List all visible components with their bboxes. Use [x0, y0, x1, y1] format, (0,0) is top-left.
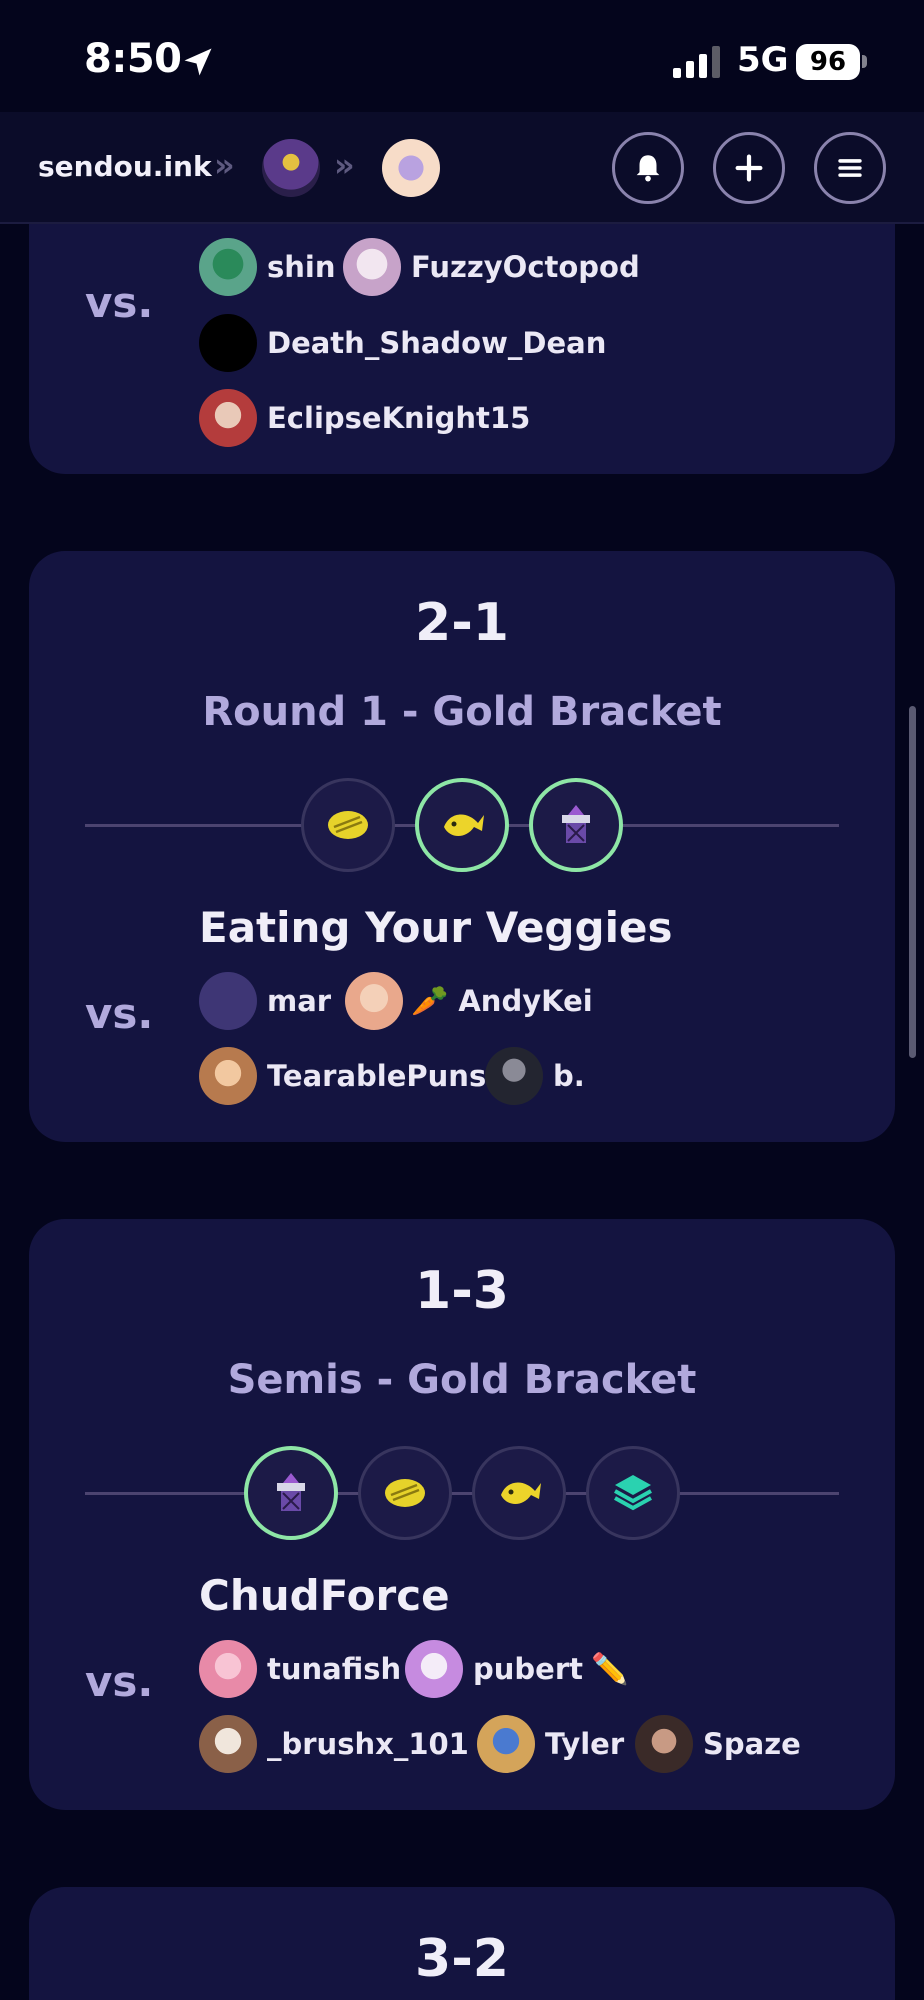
- player[interactable]: 🥕 AndyKei: [345, 972, 593, 1030]
- bell-icon: [636, 155, 660, 182]
- vs-label: vs.: [85, 1657, 154, 1706]
- page: 8:50 5G 96 sendou.ink » » vs. shin Fuzzy…: [0, 0, 924, 2000]
- fish-icon: [444, 814, 484, 836]
- player-avatar: [199, 238, 257, 296]
- player-name: FuzzyOctopod: [411, 250, 640, 284]
- player[interactable]: tunafish: [199, 1640, 401, 1698]
- fish-icon: [501, 1482, 541, 1504]
- network-type: 5G: [737, 40, 789, 80]
- vs-label: vs.: [85, 278, 154, 327]
- notifications-button[interactable]: [612, 132, 684, 204]
- round-label: Semis - Gold Bracket: [227, 1357, 697, 1403]
- location-arrow-icon: [184, 48, 212, 76]
- create-button[interactable]: [713, 132, 785, 204]
- match-card[interactable]: 1-3 Semis - Gold Bracket ChudForce vs. t…: [29, 1219, 895, 1810]
- match-score: 1-3: [415, 1261, 509, 1321]
- player-name: tunafish: [267, 1652, 402, 1686]
- coin-icon: [385, 1479, 425, 1507]
- player-name: EclipseKnight15: [267, 401, 531, 435]
- tower-icon: [277, 1473, 305, 1511]
- player-avatar: [199, 1047, 257, 1105]
- player-avatar: [345, 972, 403, 1030]
- player[interactable]: EclipseKnight15: [199, 389, 530, 447]
- carrot-icon: 🥕: [411, 983, 449, 1019]
- cellular-signal-icon: [673, 46, 720, 78]
- breadcrumb-tournament-avatar[interactable]: [262, 139, 320, 197]
- player-avatar: [199, 314, 257, 372]
- battery-cap: [862, 55, 867, 68]
- player-name: b.: [553, 1059, 585, 1093]
- scrollbar[interactable]: [909, 706, 916, 1058]
- match-card[interactable]: 2-1 Round 1 - Gold Bracket Eating Your V…: [29, 551, 895, 1142]
- plus-icon: [735, 154, 763, 182]
- breadcrumb-separator: »: [334, 146, 355, 184]
- top-nav: sendou.ink » »: [0, 112, 924, 224]
- player-avatar: [199, 1640, 257, 1698]
- coin-icon: [328, 811, 368, 839]
- map-result-won[interactable]: [244, 1446, 338, 1540]
- map-result[interactable]: [472, 1446, 566, 1540]
- team-name[interactable]: ChudForce: [199, 1571, 450, 1620]
- status-bar: 8:50 5G 96: [0, 0, 924, 112]
- player-avatar: [199, 389, 257, 447]
- vs-label: vs.: [85, 989, 154, 1038]
- player-avatar: [199, 1715, 257, 1773]
- rainmaker-icon: [614, 1475, 652, 1511]
- map-result[interactable]: [586, 1446, 680, 1540]
- player-avatar: [477, 1715, 535, 1773]
- player-name: Death_Shadow_Dean: [267, 326, 607, 360]
- player-name: pubert: [473, 1652, 583, 1686]
- map-result[interactable]: [301, 778, 395, 872]
- map-result-won[interactable]: [529, 778, 623, 872]
- map-result-won[interactable]: [415, 778, 509, 872]
- player-name: mar: [267, 984, 332, 1018]
- maps-line: [85, 1492, 839, 1495]
- player[interactable]: shin: [199, 238, 336, 296]
- menu-icon: [838, 159, 862, 177]
- player[interactable]: b.: [485, 1047, 585, 1105]
- player-name: TearablePuns: [267, 1059, 487, 1093]
- breadcrumb-team-avatar[interactable]: [382, 139, 440, 197]
- player-name: Spaze: [703, 1727, 801, 1761]
- player[interactable]: TearablePuns: [199, 1047, 486, 1105]
- team-name[interactable]: Eating Your Veggies: [199, 903, 672, 952]
- player[interactable]: _brushx_101: [199, 1715, 469, 1773]
- player[interactable]: Spaze: [635, 1715, 801, 1773]
- player-avatar: [485, 1047, 543, 1105]
- player[interactable]: pubert ✏️: [405, 1640, 628, 1698]
- player-avatar: [199, 972, 257, 1030]
- site-logo-link[interactable]: sendou.ink: [38, 150, 212, 183]
- breadcrumb-separator: »: [214, 146, 235, 184]
- pencil-icon: ✏️: [591, 1651, 629, 1687]
- player-avatar: [635, 1715, 693, 1773]
- player[interactable]: Death_Shadow_Dean: [199, 314, 606, 372]
- battery-icon: 96: [796, 44, 860, 80]
- match-score: 2-1: [415, 593, 509, 653]
- round-label: Round 1 - Gold Bracket: [202, 689, 722, 735]
- map-result[interactable]: [358, 1446, 452, 1540]
- player-name: shin: [267, 250, 336, 284]
- player-avatar: [343, 238, 401, 296]
- player-name: AndyKei: [458, 984, 593, 1018]
- match-score: 3-2: [415, 1929, 509, 1989]
- tower-icon: [562, 805, 590, 843]
- player[interactable]: Tyler: [477, 1715, 624, 1773]
- match-card[interactable]: 3-2: [29, 1887, 895, 2000]
- player[interactable]: mar: [199, 972, 331, 1030]
- player-avatar: [405, 1640, 463, 1698]
- status-time: 8:50: [84, 36, 182, 82]
- menu-button[interactable]: [814, 132, 886, 204]
- player[interactable]: FuzzyOctopod: [343, 238, 640, 296]
- player-name: Tyler: [545, 1727, 625, 1761]
- player-name: _brushx_101: [267, 1727, 469, 1761]
